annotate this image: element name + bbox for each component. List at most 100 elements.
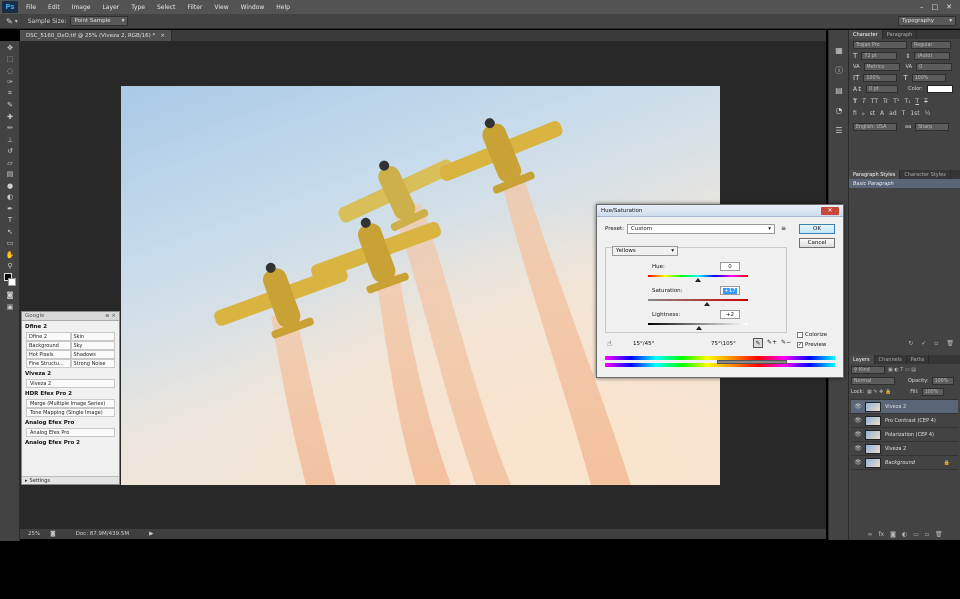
lasso-tool-icon[interactable]: ◌ bbox=[3, 66, 17, 76]
hot-pixels-button[interactable]: Hot Pixels bbox=[26, 350, 71, 359]
share-icon[interactable]: ◙ bbox=[50, 531, 55, 537]
font-family-select[interactable]: Trajan Pro bbox=[853, 41, 907, 49]
tracking-field[interactable]: 0 bbox=[916, 63, 953, 71]
channel-select[interactable]: Yellows ▾ bbox=[612, 246, 678, 256]
strikethrough-icon[interactable]: T bbox=[924, 98, 928, 105]
eyedropper-minus-icon[interactable]: ✎− bbox=[781, 339, 791, 346]
ordinals-icon[interactable]: 1st bbox=[910, 110, 919, 117]
shadows-button[interactable]: Shadows bbox=[70, 350, 115, 359]
shape-tool-icon[interactable]: ▭ bbox=[3, 238, 17, 248]
kerning-field[interactable]: Metrics bbox=[863, 63, 900, 71]
sample-size-select[interactable]: Point Sample ▾ bbox=[70, 16, 129, 26]
paragraph-style-item[interactable]: Basic Paragraph bbox=[849, 179, 960, 188]
move-tool-icon[interactable]: ✥ bbox=[3, 43, 17, 53]
color-range-selector[interactable] bbox=[717, 360, 787, 364]
clone-stamp-tool-icon[interactable]: ⊥ bbox=[3, 135, 17, 145]
fine-structure-button[interactable]: Fine Structu... bbox=[26, 359, 71, 368]
background-button[interactable]: Background bbox=[26, 341, 71, 350]
lightness-field[interactable]: +2 bbox=[720, 310, 740, 319]
layer-row[interactable]: 👁 Background 🔒 bbox=[851, 456, 958, 470]
lock-icons[interactable]: ▦ ✎ ✥ 🔒 bbox=[867, 389, 891, 395]
tab-paragraph-styles[interactable]: Paragraph Styles bbox=[849, 170, 901, 179]
new-layer-icon[interactable]: ▫ bbox=[925, 531, 929, 538]
visibility-eye-icon[interactable]: 👁 bbox=[851, 445, 865, 452]
fx-icon[interactable]: fx bbox=[878, 531, 884, 538]
preset-select[interactable]: Custom ▾ bbox=[627, 224, 775, 234]
eyedropper-icon[interactable]: ✎ bbox=[753, 338, 763, 348]
preview-checkbox-row[interactable]: ✓ Preview bbox=[797, 342, 826, 348]
visibility-eye-icon[interactable]: 👁 bbox=[851, 403, 865, 410]
skin-button[interactable]: Skin bbox=[70, 332, 115, 341]
brush-tool-icon[interactable]: ✏ bbox=[3, 123, 17, 133]
hue-slider[interactable] bbox=[648, 275, 748, 277]
preset-options-icon[interactable]: ≡ bbox=[781, 225, 786, 232]
dialog-title-bar[interactable]: Hue/Saturation ✕ bbox=[597, 205, 843, 217]
hand-tool-icon[interactable]: ✋ bbox=[3, 250, 17, 260]
tab-paragraph[interactable]: Paragraph bbox=[883, 30, 918, 39]
old-style-icon[interactable]: ℴ bbox=[862, 110, 865, 117]
layer-row[interactable]: 👁 Viveza 2 bbox=[851, 442, 958, 456]
horizontal-scale-field[interactable]: 100% bbox=[911, 74, 946, 82]
blend-mode-select[interactable]: Normal bbox=[851, 377, 895, 385]
menu-select[interactable]: Select bbox=[151, 4, 182, 11]
section-viveza2[interactable]: Viveza 2 bbox=[22, 368, 119, 379]
settings-icon[interactable]: ▸ bbox=[25, 478, 28, 484]
menu-filter[interactable]: Filter bbox=[182, 4, 209, 11]
maximize-button[interactable]: □ bbox=[932, 3, 939, 11]
mask-icon[interactable]: ◙ bbox=[890, 531, 896, 538]
section-analog-efex-pro2[interactable]: Analog Efex Pro 2 bbox=[22, 437, 119, 448]
quick-select-tool-icon[interactable]: ✑ bbox=[3, 77, 17, 87]
layer-row[interactable]: 👁 Polarization (CEP 4) bbox=[851, 428, 958, 442]
ligatures-icon[interactable]: fi bbox=[853, 110, 857, 117]
saturation-slider-knob[interactable] bbox=[704, 302, 710, 306]
menu-window[interactable]: Window bbox=[235, 4, 271, 11]
visibility-eye-icon[interactable]: 👁 bbox=[851, 459, 865, 466]
marquee-tool-icon[interactable]: ⬚ bbox=[3, 54, 17, 64]
hdr-merge-button[interactable]: Merge (Multiple Image Series) bbox=[26, 399, 115, 408]
underline-icon[interactable]: T bbox=[915, 98, 919, 105]
pen-tool-icon[interactable]: ✒ bbox=[3, 204, 17, 214]
saturation-field[interactable]: +17 bbox=[720, 286, 740, 295]
panel-menu-icon[interactable]: ≡ × bbox=[105, 313, 116, 319]
info-icon[interactable]: ⓘ bbox=[833, 64, 845, 76]
eraser-tool-icon[interactable]: ▱ bbox=[3, 158, 17, 168]
faux-italic-icon[interactable]: T bbox=[862, 98, 866, 105]
workspace-select[interactable]: Typography ▾ bbox=[898, 16, 956, 26]
sky-button[interactable]: Sky bbox=[70, 341, 115, 350]
visibility-eye-icon[interactable]: 👁 bbox=[851, 417, 865, 424]
colorize-checkbox[interactable] bbox=[797, 332, 803, 338]
menu-file[interactable]: File bbox=[20, 4, 42, 11]
section-dfine2[interactable]: Dfine 2 bbox=[22, 321, 119, 332]
eyedropper-tool-icon[interactable]: ✎ bbox=[3, 100, 17, 110]
menu-view[interactable]: View bbox=[208, 4, 234, 11]
history-icon[interactable]: ▦ bbox=[833, 44, 845, 56]
zoom-tool-icon[interactable]: ⚲ bbox=[3, 261, 17, 271]
opacity-field[interactable]: 100% bbox=[931, 377, 954, 385]
swatches-icon[interactable]: ▤ bbox=[833, 84, 845, 96]
minimize-button[interactable]: – bbox=[920, 3, 924, 11]
zoom-level[interactable]: 25% bbox=[28, 531, 40, 537]
hue-slider-knob[interactable] bbox=[695, 278, 701, 282]
targeted-adjustment-hand-icon[interactable]: ☝ bbox=[607, 339, 612, 348]
trash-icon[interactable]: 🗑 bbox=[935, 531, 943, 538]
leading-field[interactable]: (Auto) bbox=[914, 52, 951, 60]
layer-row[interactable]: 👁 Pro Contrast (CEP 4) bbox=[851, 414, 958, 428]
document-tab[interactable]: DSC_5160_DxO.tif @ 25% (Viveza 2, RGB/16… bbox=[20, 30, 172, 41]
language-select[interactable]: English: USA bbox=[853, 123, 897, 131]
fill-field[interactable]: 100% bbox=[921, 388, 944, 396]
small-caps-icon[interactable]: Tr bbox=[883, 98, 888, 105]
layer-row[interactable]: 👁 Viveza 2 bbox=[851, 400, 958, 414]
quick-mask-icon[interactable]: ◙ bbox=[3, 290, 17, 300]
all-caps-icon[interactable]: TT bbox=[871, 98, 878, 105]
new-style-icon[interactable]: ▫ bbox=[934, 340, 938, 347]
settings-link[interactable]: Settings bbox=[30, 478, 51, 484]
subscript-icon[interactable]: T₁ bbox=[904, 98, 910, 105]
lightness-slider[interactable] bbox=[648, 323, 748, 325]
section-hdr-efex-pro2[interactable]: HDR Efex Pro 2 bbox=[22, 388, 119, 399]
menu-type[interactable]: Type bbox=[125, 4, 151, 11]
blur-tool-icon[interactable]: ● bbox=[3, 181, 17, 191]
visibility-eye-icon[interactable]: 👁 bbox=[851, 431, 865, 438]
status-menu-arrow-icon[interactable]: ▶ bbox=[149, 531, 153, 537]
dialog-close-icon[interactable]: ✕ bbox=[821, 206, 839, 215]
properties-icon[interactable]: ☰ bbox=[833, 124, 845, 136]
